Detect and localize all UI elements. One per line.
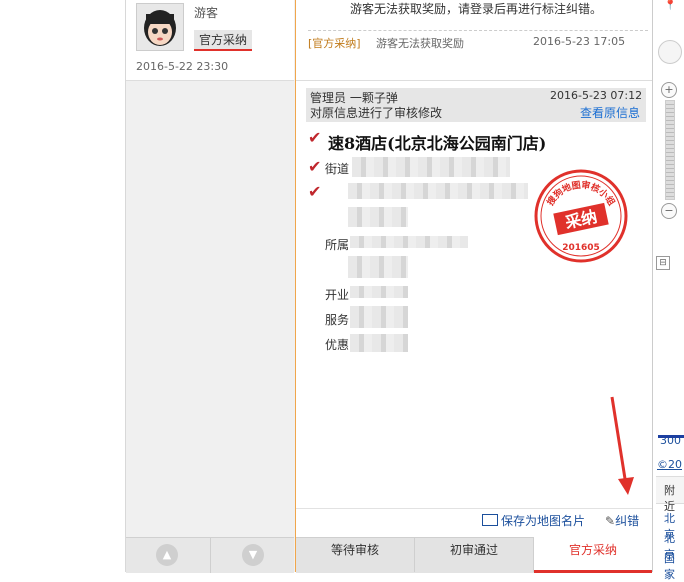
zoom-out-button[interactable]: − [661,203,677,219]
left-column [125,0,296,572]
reply-tag: [官方采纳] [308,37,361,50]
blurred-discount [350,334,408,352]
blurred-service [350,306,408,328]
reply-time: 2016-5-23 17:05 [533,35,626,48]
belong-label: 所属 [325,238,350,252]
admin-desc: 对原信息进行了审核修改 [310,106,443,120]
card-icon [482,514,498,526]
chevron-down-icon: ▼ [248,548,258,561]
guest-notice: 游客无法获取奖励，请登录后再进行标注纠错。 [350,2,603,16]
service-label: 服务 [325,313,350,327]
reply-text: 游客无法获取奖励 [376,37,464,50]
poi-title: 速8酒店(北京北海公园南门店) [328,134,547,153]
map-copyright: ©20 [657,458,682,471]
stamp-ring-text: 搜狗地图审核小组 [544,179,617,208]
admin-time: 2016-5-23 07:12 [550,89,643,102]
correct-button[interactable]: ✎纠错 [605,512,639,529]
annotation-arrow [610,396,634,495]
zoom-slider[interactable] [665,100,675,200]
discount-label: 优惠 [325,338,350,352]
stamp-year-text: 201605 [562,243,600,253]
save-card-label: 保存为地图名片 [501,514,586,528]
check-icon: ✔ [308,182,322,201]
open-label: 开业 [325,288,350,302]
tab-first-pass[interactable]: 初审通过 [415,537,533,570]
map-result-item[interactable]: 国家 [664,550,684,582]
pin-icon: 📍 [664,0,677,11]
blurred-line [348,256,408,278]
chevron-up-icon: ▲ [162,548,172,561]
official-adopt-badge: 官方采纳 [194,30,253,51]
tab-pending[interactable]: 等待审核 [296,537,414,570]
map-layer-icon[interactable]: ⊟ [656,256,670,270]
blurred-belong [350,236,468,248]
save-card-button[interactable]: 保存为地图名片 [482,512,585,529]
blurred-street [352,157,510,177]
avatar [136,3,184,51]
correct-label: 纠错 [615,514,640,528]
page-up-button[interactable]: ▲ [156,544,178,566]
blurred-open [350,286,408,298]
post-time: 2016-5-22 23:30 [136,60,229,73]
page-down-button[interactable]: ▼ [242,544,264,566]
blurred-line [348,207,408,227]
tab-official-adopt[interactable]: 官方采纳 [534,537,652,573]
blurred-line [348,183,528,199]
check-icon: ✔ [308,157,322,176]
check-icon: ✔ [308,128,322,147]
pager-bar: ▲ ▼ [126,537,294,573]
view-original-link[interactable]: 查看原信息 [580,104,640,121]
adopted-stamp: 搜狗地图审核小组 采纳 201605 [534,169,628,263]
zoom-in-button[interactable]: + [661,82,677,98]
username: 游客 [194,6,219,20]
scale-bar [658,435,684,438]
pencil-icon: ✎ [605,514,616,528]
map-pan-control[interactable] [658,40,682,64]
street-label: 街道 [325,162,350,176]
tool-row [296,508,652,539]
svg-text:搜狗地图审核小组: 搜狗地图审核小组 [544,179,617,208]
